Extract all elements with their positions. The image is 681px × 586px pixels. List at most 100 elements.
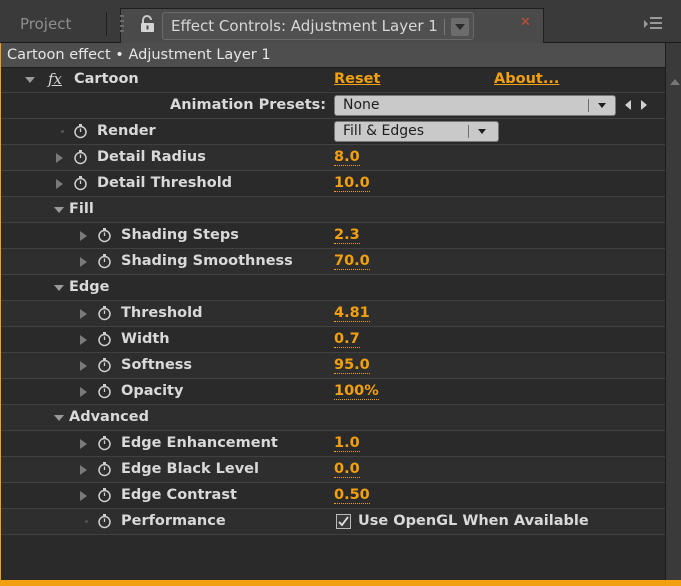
param-value[interactable]: 70.0 — [334, 249, 370, 270]
param-label: Shading Steps — [121, 227, 239, 243]
disclosure-triangle-icon[interactable] — [80, 387, 87, 397]
disclosure-triangle-icon[interactable] — [56, 179, 63, 189]
disclosure-triangle-icon[interactable] — [80, 335, 87, 345]
about-button[interactable]: About... — [494, 67, 559, 91]
animation-presets-value: None — [343, 97, 380, 113]
scroll-up-icon[interactable] — [670, 79, 680, 85]
tab-grip-icon[interactable] — [119, 12, 125, 36]
param-label: Performance — [121, 513, 226, 529]
disclosure-triangle-icon[interactable] — [54, 207, 64, 213]
stopwatch-icon[interactable] — [97, 305, 112, 321]
param-row-edge-contrast: Edge Contrast 0.50 — [1, 483, 665, 509]
stopwatch-icon[interactable] — [97, 227, 112, 243]
param-row-width: Width 0.7 — [1, 327, 665, 353]
tab-title: Effect Controls: Adjustment Layer 1 — [171, 17, 438, 35]
fx-icon[interactable]: fx — [48, 67, 62, 91]
param-value[interactable]: 0.0 — [334, 457, 360, 478]
stopwatch-icon[interactable] — [97, 331, 112, 347]
vertical-scrollbar[interactable] — [665, 43, 681, 586]
param-label: Threshold — [121, 305, 203, 321]
opengl-checkbox-label[interactable]: Use OpenGL When Available — [358, 509, 589, 533]
param-value[interactable]: 0.50 — [334, 483, 370, 504]
disclosure-triangle-icon[interactable] — [56, 153, 63, 163]
stopwatch-icon[interactable] — [97, 383, 112, 399]
disclosure-triangle-icon[interactable] — [80, 309, 87, 319]
stopwatch-icon[interactable] — [97, 487, 112, 503]
disclosure-triangle-icon[interactable] — [25, 77, 35, 83]
param-value[interactable]: 8.0 — [334, 145, 360, 166]
chevron-down-icon[interactable] — [450, 17, 469, 36]
stopwatch-icon[interactable] — [73, 123, 88, 139]
chevron-down-icon — [598, 103, 606, 108]
lock-icon[interactable] — [140, 15, 156, 33]
panel-tab-bar: Project Effect Controls: Adjustment Laye… — [0, 0, 681, 43]
disclosure-triangle-icon[interactable] — [80, 465, 87, 475]
checkbox-icon[interactable] — [336, 514, 351, 529]
effect-name: Cartoon — [74, 71, 139, 87]
stopwatch-icon[interactable] — [97, 357, 112, 373]
close-icon[interactable]: ✕ — [520, 15, 531, 31]
render-select[interactable]: Fill & Edges — [334, 121, 499, 142]
param-value[interactable]: 1.0 — [334, 431, 360, 452]
animation-presets-label: Animation Presets: — [170, 97, 327, 113]
param-label: Detail Radius — [97, 149, 206, 165]
disclosure-triangle-icon[interactable] — [80, 491, 87, 501]
tab-divider — [106, 12, 107, 36]
next-preset-icon[interactable] — [641, 100, 647, 110]
tab-project[interactable]: Project — [20, 12, 71, 36]
render-value: Fill & Edges — [343, 123, 425, 139]
param-row-threshold: Threshold 4.81 — [1, 301, 665, 327]
group-label-fill: Fill — [69, 201, 94, 217]
panel-menu-icon[interactable] — [644, 14, 666, 32]
param-row-shading-smoothness: Shading Smoothness 70.0 — [1, 249, 665, 275]
param-row-performance: Performance Use OpenGL When Available — [1, 509, 665, 535]
previous-preset-icon[interactable] — [625, 100, 631, 110]
group-row-advanced[interactable]: Advanced — [1, 405, 665, 431]
disclosure-triangle-icon[interactable] — [80, 257, 87, 267]
param-row-softness: Softness 95.0 — [1, 353, 665, 379]
disclosure-triangle-icon[interactable] — [54, 285, 64, 291]
param-row-render: Render Fill & Edges — [1, 119, 665, 145]
param-label: Softness — [121, 357, 193, 373]
param-value[interactable]: 4.81 — [334, 301, 370, 322]
group-row-edge[interactable]: Edge — [1, 275, 665, 301]
animation-presets-row: Animation Presets: None — [1, 93, 665, 119]
param-value[interactable]: 10.0 — [334, 171, 370, 192]
disclosure-triangle-icon[interactable] — [80, 231, 87, 241]
stopwatch-icon[interactable] — [97, 253, 112, 269]
group-label-advanced: Advanced — [69, 409, 149, 425]
tab-title-separator — [443, 18, 445, 35]
param-row-edge-black-level: Edge Black Level 0.0 — [1, 457, 665, 483]
param-value[interactable]: 2.3 — [334, 223, 360, 244]
reset-button[interactable]: Reset — [334, 67, 380, 91]
param-value[interactable]: 0.7 — [334, 327, 360, 348]
param-row-edge-enhancement: Edge Enhancement 1.0 — [1, 431, 665, 457]
disclosure-triangle-icon[interactable] — [80, 439, 87, 449]
stopwatch-icon[interactable] — [97, 513, 112, 529]
param-value[interactable]: 95.0 — [334, 353, 370, 374]
stopwatch-icon[interactable] — [73, 175, 88, 191]
panel-focus-border — [0, 580, 681, 586]
param-row-shading-steps: Shading Steps 2.3 — [1, 223, 665, 249]
param-label: Edge Contrast — [121, 487, 237, 503]
group-row-fill[interactable]: Fill — [1, 197, 665, 223]
param-label: Opacity — [121, 383, 184, 399]
param-label: Detail Threshold — [97, 175, 233, 191]
param-label: Render — [97, 123, 156, 139]
group-label-edge: Edge — [69, 279, 110, 295]
param-row-detail-threshold: Detail Threshold 10.0 — [1, 171, 665, 197]
param-label: Shading Smoothness — [121, 253, 293, 269]
tab-title-dropdown[interactable]: Effect Controls: Adjustment Layer 1 — [162, 12, 474, 40]
animation-presets-select[interactable]: None — [334, 95, 616, 116]
disclosure-triangle-icon[interactable] — [54, 415, 64, 421]
breadcrumb-text: Cartoon effect • Adjustment Layer 1 — [7, 47, 271, 63]
param-value[interactable]: 100% — [334, 379, 379, 400]
param-label: Edge Enhancement — [121, 435, 278, 451]
param-label: Edge Black Level — [121, 461, 259, 477]
effect-controls-window: Project Effect Controls: Adjustment Laye… — [0, 0, 681, 586]
disclosure-triangle-icon[interactable] — [80, 361, 87, 371]
stopwatch-icon[interactable] — [97, 435, 112, 451]
stopwatch-icon[interactable] — [97, 461, 112, 477]
effect-controls-panel: Cartoon effect • Adjustment Layer 1 fx C… — [0, 43, 681, 586]
stopwatch-icon[interactable] — [73, 149, 88, 165]
